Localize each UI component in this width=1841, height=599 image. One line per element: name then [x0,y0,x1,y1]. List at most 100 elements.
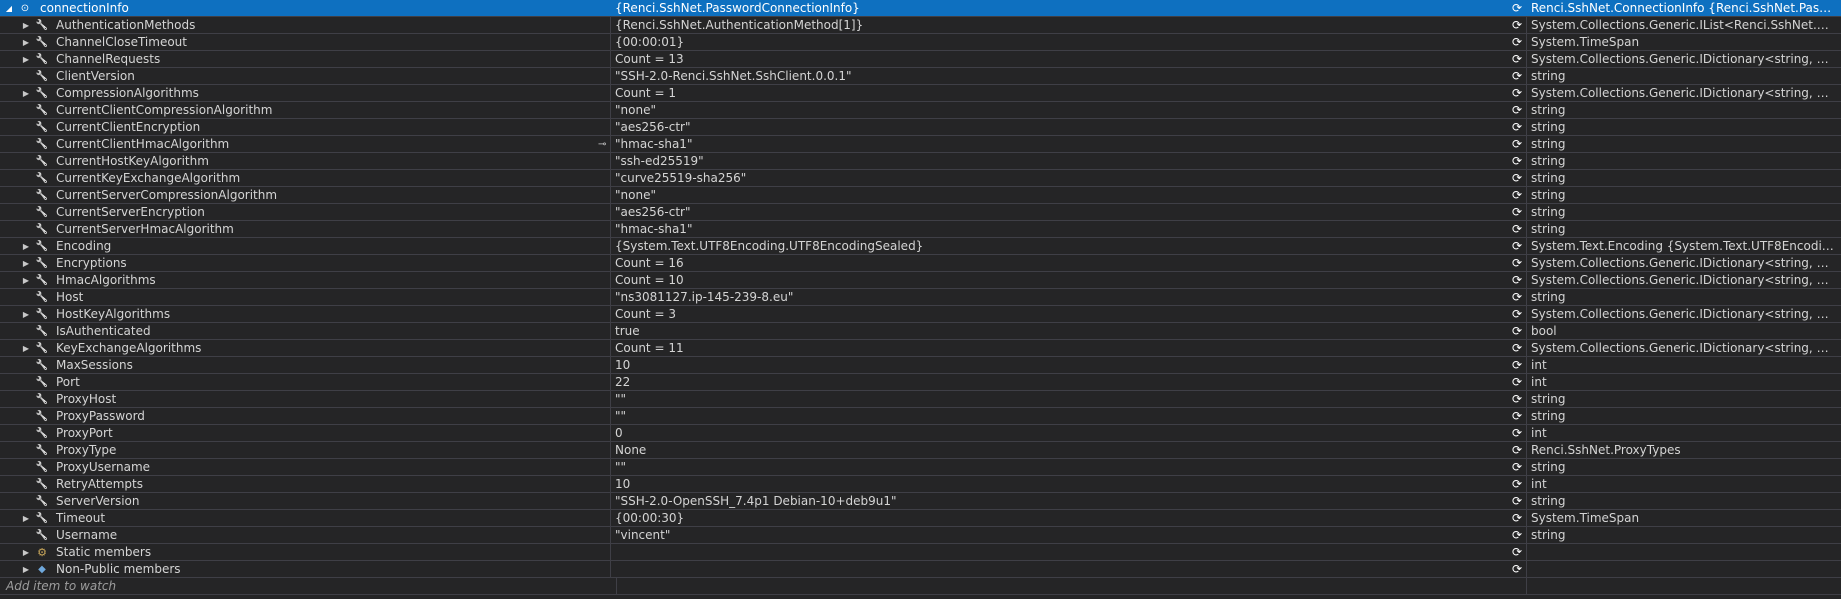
value-cell[interactable]: {Renci.SshNet.AuthenticationMethod[1]} ⟳ [611,17,1527,33]
watch-row[interactable]: ▶ 🔧 Encoding {System.Text.UTF8Encoding.UTF8… [0,238,1841,255]
value-cell[interactable]: "vincent" ⟳ [611,527,1527,543]
value-cell[interactable]: None ⟳ [611,442,1527,458]
expand-arrow-icon[interactable]: ▶ [21,85,31,101]
watch-row[interactable]: ▶ 🔧 Timeout {00:00:30} ⟳ System.TimeSpan [0,510,1841,527]
watch-row[interactable]: ▶ 🔧 ChannelCloseTimeout {00:00:01} ⟳ System.T… [0,34,1841,51]
refresh-icon[interactable]: ⟳ [1510,0,1524,16]
watch-row[interactable]: ▶ 🔧 KeyExchangeAlgorithms Count = 11 ⟳ System… [0,340,1841,357]
expand-arrow-icon[interactable]: ▶ [21,272,31,288]
value-cell[interactable]: "aes256-ctr" ⟳ [611,204,1527,220]
refresh-icon[interactable]: ⟳ [1510,221,1524,237]
watch-row[interactable]: 🔧 Username "vincent" ⟳ string [0,527,1841,544]
refresh-icon[interactable]: ⟳ [1510,136,1524,152]
collapse-arrow-icon[interactable]: ◢ [4,0,14,16]
value-cell[interactable]: Count = 16 ⟳ [611,255,1527,271]
refresh-icon[interactable]: ⟳ [1510,170,1524,186]
refresh-icon[interactable]: ⟳ [1510,85,1524,101]
value-cell[interactable]: Count = 3 ⟳ [611,306,1527,322]
refresh-icon[interactable]: ⟳ [1510,340,1524,356]
expand-arrow-icon[interactable]: ▶ [21,510,31,526]
value-cell[interactable]: "SSH-2.0-OpenSSH_7.4p1 Debian-10+deb9u1"… [611,493,1527,509]
value-cell[interactable]: "" ⟳ [611,408,1527,424]
value-cell[interactable]: 22 ⟳ [611,374,1527,390]
add-item-row[interactable]: Add item to watch [0,578,1841,595]
value-cell[interactable]: "none" ⟳ [611,187,1527,203]
watch-row-root[interactable]: ◢ ⊙ connectionInfo {Renci.SshNet.Passwor… [0,0,1841,17]
refresh-icon[interactable]: ⟳ [1510,51,1524,67]
refresh-icon[interactable]: ⟳ [1510,323,1524,339]
value-cell[interactable]: Count = 13 ⟳ [611,51,1527,67]
refresh-icon[interactable]: ⟳ [1510,425,1524,441]
refresh-icon[interactable]: ⟳ [1510,153,1524,169]
value-cell[interactable]: {System.Text.UTF8Encoding.UTF8EncodingSe… [611,238,1527,254]
watch-row[interactable]: 🔧 CurrentKeyExchangeAlgorithm "curve25519-… [0,170,1841,187]
refresh-icon[interactable]: ⟳ [1510,255,1524,271]
refresh-icon[interactable]: ⟳ [1510,238,1524,254]
expand-arrow-icon[interactable]: ▶ [21,255,31,271]
refresh-icon[interactable]: ⟳ [1510,374,1524,390]
refresh-icon[interactable]: ⟳ [1510,459,1524,475]
watch-row[interactable]: 🔧 RetryAttempts 10 ⟳ int [0,476,1841,493]
expand-arrow-icon[interactable]: ▶ [21,561,31,577]
value-cell[interactable]: true ⟳ [611,323,1527,339]
refresh-icon[interactable]: ⟳ [1510,187,1524,203]
value-cell[interactable]: {00:00:01} ⟳ [611,34,1527,50]
value-cell[interactable]: ⟳ [611,561,1527,577]
value-cell[interactable]: "SSH-2.0-Renci.SshNet.SshClient.0.0.1" ⟳ [611,68,1527,84]
value-cell[interactable]: "aes256-ctr" ⟳ [611,119,1527,135]
value-cell[interactable]: Count = 1 ⟳ [611,85,1527,101]
refresh-icon[interactable]: ⟳ [1510,306,1524,322]
watch-row[interactable]: ▶ 🔧 HmacAlgorithms Count = 10 ⟳ System.Collec… [0,272,1841,289]
refresh-icon[interactable]: ⟳ [1510,17,1524,33]
refresh-icon[interactable]: ⟳ [1510,119,1524,135]
watch-row[interactable]: ▶ 🔧 AuthenticationMethods {Renci.SshNet.Aut… [0,17,1841,34]
watch-row[interactable]: ▶ ◆ Non-Public members ⟳ [0,561,1841,578]
watch-row[interactable]: 🔧 ProxyPassword "" ⟳ string [0,408,1841,425]
value-cell[interactable]: {Renci.SshNet.PasswordConnectionInfo} ⟳ [611,0,1527,16]
refresh-icon[interactable]: ⟳ [1510,510,1524,526]
value-cell[interactable]: "ns3081127.ip-145-239-8.eu" ⟳ [611,289,1527,305]
watch-row[interactable]: 🔧 Port 22 ⟳ int [0,374,1841,391]
refresh-icon[interactable]: ⟳ [1510,391,1524,407]
watch-row[interactable]: ▶ 🔧 Encryptions Count = 16 ⟳ System.Collectio… [0,255,1841,272]
watch-row[interactable]: 🔧 CurrentClientHmacAlgorithm ⊸ "hmac-sha1" ⟳… [0,136,1841,153]
value-cell[interactable]: "" ⟳ [611,459,1527,475]
refresh-icon[interactable]: ⟳ [1510,289,1524,305]
value-cell[interactable]: {00:00:30} ⟳ [611,510,1527,526]
refresh-icon[interactable]: ⟳ [1510,561,1524,577]
watch-row[interactable]: 🔧 CurrentClientCompressionAlgorithm "none"… [0,102,1841,119]
watch-row[interactable]: 🔧 MaxSessions 10 ⟳ int [0,357,1841,374]
refresh-icon[interactable]: ⟳ [1510,476,1524,492]
expand-arrow-icon[interactable]: ▶ [21,51,31,67]
expand-arrow-icon[interactable]: ▶ [21,238,31,254]
value-cell[interactable]: 10 ⟳ [611,357,1527,373]
refresh-icon[interactable]: ⟳ [1510,102,1524,118]
watch-row[interactable]: 🔧 ProxyHost "" ⟳ string [0,391,1841,408]
value-cell[interactable]: Count = 10 ⟳ [611,272,1527,288]
value-cell[interactable]: 0 ⟳ [611,425,1527,441]
expand-arrow-icon[interactable]: ▶ [21,340,31,356]
refresh-icon[interactable]: ⟳ [1510,272,1524,288]
watch-row[interactable]: 🔧 ClientVersion "SSH-2.0-Renci.SshNet.SshC… [0,68,1841,85]
value-cell[interactable]: "hmac-sha1" ⟳ [611,136,1527,152]
watch-row[interactable]: 🔧 CurrentHostKeyAlgorithm "ssh-ed25519" ⟳ st… [0,153,1841,170]
watch-row[interactable]: 🔧 CurrentServerEncryption "aes256-ctr" ⟳ str… [0,204,1841,221]
watch-row[interactable]: 🔧 ProxyUsername "" ⟳ string [0,459,1841,476]
expand-arrow-icon[interactable]: ▶ [21,544,31,560]
refresh-icon[interactable]: ⟳ [1510,357,1524,373]
watch-row[interactable]: 🔧 IsAuthenticated true ⟳ bool [0,323,1841,340]
watch-row[interactable]: 🔧 ProxyType None ⟳ Renci.SshNet.ProxyTypes [0,442,1841,459]
refresh-icon[interactable]: ⟳ [1510,493,1524,509]
watch-row[interactable]: 🔧 ServerVersion "SSH-2.0-OpenSSH_7.4p1 Deb… [0,493,1841,510]
watch-row[interactable]: 🔧 ProxyPort 0 ⟳ int [0,425,1841,442]
watch-row[interactable]: ▶ 🔧 CompressionAlgorithms Count = 1 ⟳ System.… [0,85,1841,102]
watch-row[interactable]: ▶ 🔧 ChannelRequests Count = 13 ⟳ System.Colle… [0,51,1841,68]
refresh-icon[interactable]: ⟳ [1510,68,1524,84]
value-cell[interactable]: "hmac-sha1" ⟳ [611,221,1527,237]
expand-arrow-icon[interactable]: ▶ [21,306,31,322]
refresh-icon[interactable]: ⟳ [1510,204,1524,220]
value-cell[interactable]: "ssh-ed25519" ⟳ [611,153,1527,169]
watch-row[interactable]: ▶ 🔧 HostKeyAlgorithms Count = 3 ⟳ System.Coll… [0,306,1841,323]
expand-arrow-icon[interactable]: ▶ [21,34,31,50]
refresh-icon[interactable]: ⟳ [1510,544,1524,560]
